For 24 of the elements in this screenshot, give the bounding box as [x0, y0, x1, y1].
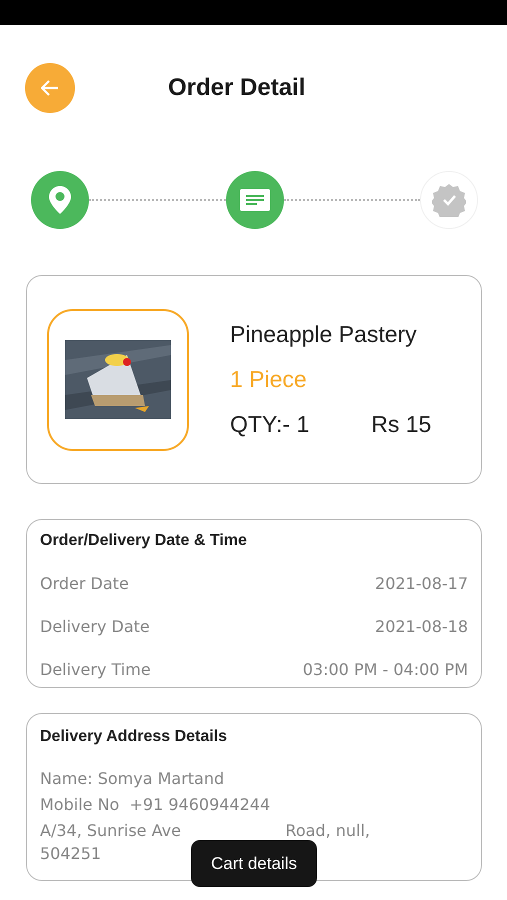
- address-text: 504251: [40, 844, 102, 863]
- quantity: QTY:- 1: [230, 411, 310, 438]
- row-value: 2021-08-18: [375, 617, 468, 636]
- mobile-number: Mobile No +91 9460944244: [40, 794, 272, 816]
- price: Rs 15: [371, 411, 432, 438]
- message-icon: [240, 189, 270, 211]
- row-label: Order Date: [40, 574, 129, 593]
- row-label: Delivery Time: [40, 660, 151, 679]
- row-value: 03:00 PM - 04:00 PM: [302, 660, 468, 679]
- toast-message: Cart details: [191, 840, 317, 887]
- row-label: Delivery Date: [40, 617, 150, 636]
- card-title: Delivery Address Details: [40, 728, 228, 746]
- page-title: Order Detail: [168, 74, 306, 102]
- arrow-left-icon: [41, 80, 59, 96]
- row-value: 2021-08-17: [375, 574, 468, 593]
- product-unit: 1 Piece: [230, 366, 308, 393]
- location-pin-icon: [49, 186, 71, 214]
- address-text: Road, null,: [285, 820, 370, 842]
- customer-name: Name: Somya Martand: [40, 768, 226, 790]
- address-text: A/34, Sunrise Ave: [40, 820, 181, 842]
- back-button[interactable]: [25, 62, 75, 112]
- card-title: Order/Delivery Date & Time: [40, 532, 248, 550]
- product-name: Pineapple Pastery: [230, 321, 418, 348]
- verified-badge-icon: [432, 183, 466, 217]
